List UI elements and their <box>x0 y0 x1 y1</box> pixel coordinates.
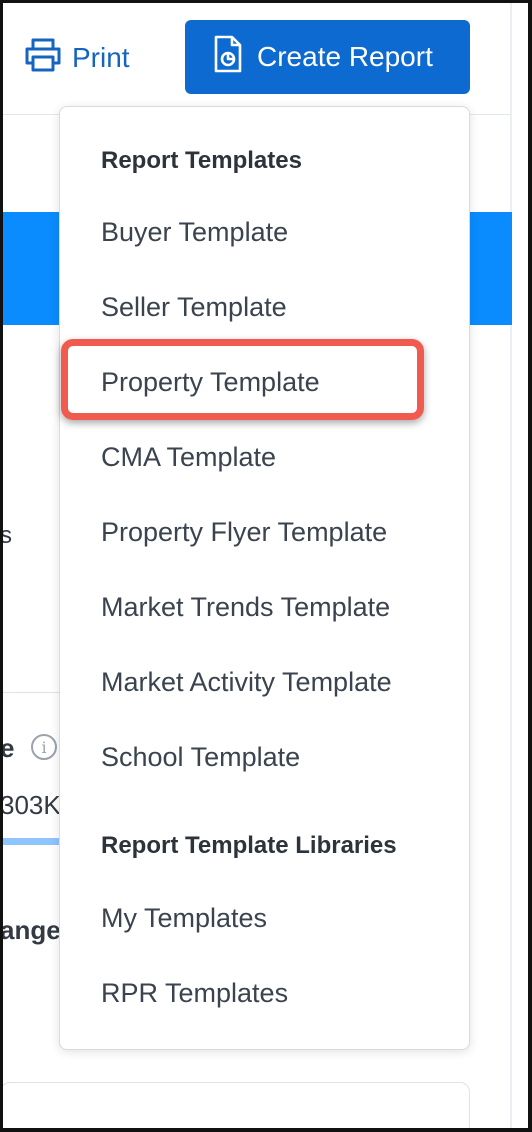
background-value-fragment: 303K <box>0 790 61 820</box>
print-label: Print <box>72 42 130 73</box>
print-button[interactable]: Print <box>24 36 130 80</box>
create-report-label: Create Report <box>257 41 433 72</box>
menu-item-my-templates[interactable]: My Templates <box>101 903 267 934</box>
background-heading-fragment-2: ange <box>0 915 61 945</box>
menu-item-school-template[interactable]: School Template <box>101 742 300 773</box>
background-heading-fragment: e <box>0 733 15 763</box>
report-template-libraries-heading: Report Template Libraries <box>101 832 397 859</box>
report-document-icon <box>213 35 243 80</box>
progress-bar-fragment <box>0 838 60 845</box>
menu-item-property-template[interactable]: Property Template <box>101 367 320 398</box>
create-report-dropdown: Report Templates Buyer Template Seller T… <box>59 106 470 1050</box>
background-card <box>0 1082 470 1132</box>
menu-item-seller-template[interactable]: Seller Template <box>101 292 287 323</box>
menu-item-buyer-template[interactable]: Buyer Template <box>101 217 288 248</box>
menu-item-cma-template[interactable]: CMA Template <box>101 442 276 473</box>
create-report-button[interactable]: Create Report <box>185 20 470 94</box>
printer-icon <box>24 38 62 79</box>
section-divider <box>0 692 60 693</box>
menu-item-rpr-templates[interactable]: RPR Templates <box>101 978 288 1009</box>
info-icon[interactable]: i <box>31 734 57 760</box>
background-text-fragment: s <box>0 522 12 549</box>
scrollbar-track[interactable] <box>510 0 512 1132</box>
report-templates-heading: Report Templates <box>101 147 302 174</box>
menu-item-market-activity-template[interactable]: Market Activity Template <box>101 667 392 698</box>
menu-item-market-trends-template[interactable]: Market Trends Template <box>101 592 390 623</box>
menu-item-property-flyer-template[interactable]: Property Flyer Template <box>101 517 387 548</box>
